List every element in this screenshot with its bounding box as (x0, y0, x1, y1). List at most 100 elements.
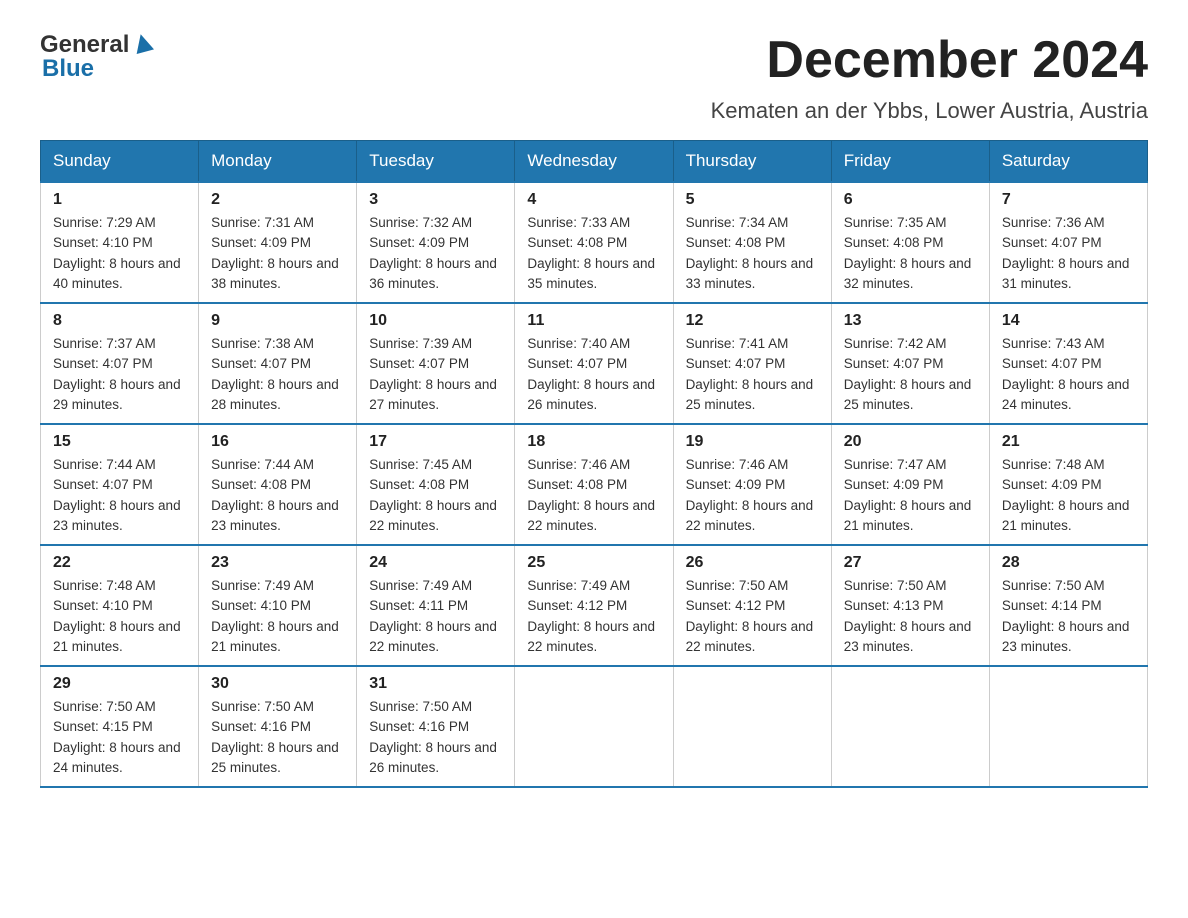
calendar-cell: 20 Sunrise: 7:47 AMSunset: 4:09 PMDaylig… (831, 424, 989, 545)
day-number: 2 (211, 191, 344, 209)
calendar-cell: 13 Sunrise: 7:42 AMSunset: 4:07 PMDaylig… (831, 303, 989, 424)
calendar-cell (673, 666, 831, 787)
day-number: 21 (1002, 433, 1135, 451)
day-number: 10 (369, 312, 502, 330)
calendar-cell: 7 Sunrise: 7:36 AMSunset: 4:07 PMDayligh… (989, 182, 1147, 303)
day-info: Sunrise: 7:50 AMSunset: 4:12 PMDaylight:… (686, 578, 814, 654)
logo-blue-text: Blue (42, 55, 94, 83)
day-info: Sunrise: 7:43 AMSunset: 4:07 PMDaylight:… (1002, 336, 1130, 412)
day-number: 3 (369, 191, 502, 209)
day-number: 26 (686, 554, 819, 572)
calendar-cell: 18 Sunrise: 7:46 AMSunset: 4:08 PMDaylig… (515, 424, 673, 545)
day-info: Sunrise: 7:50 AMSunset: 4:16 PMDaylight:… (369, 699, 497, 775)
day-number: 4 (527, 191, 660, 209)
day-info: Sunrise: 7:31 AMSunset: 4:09 PMDaylight:… (211, 215, 339, 291)
calendar-cell: 25 Sunrise: 7:49 AMSunset: 4:12 PMDaylig… (515, 545, 673, 666)
day-info: Sunrise: 7:38 AMSunset: 4:07 PMDaylight:… (211, 336, 339, 412)
day-number: 30 (211, 675, 344, 693)
weekday-header-tuesday: Tuesday (357, 141, 515, 183)
day-number: 17 (369, 433, 502, 451)
day-info: Sunrise: 7:50 AMSunset: 4:15 PMDaylight:… (53, 699, 181, 775)
day-number: 15 (53, 433, 186, 451)
day-info: Sunrise: 7:44 AMSunset: 4:08 PMDaylight:… (211, 457, 339, 533)
day-number: 6 (844, 191, 977, 209)
calendar-cell (989, 666, 1147, 787)
calendar-cell: 6 Sunrise: 7:35 AMSunset: 4:08 PMDayligh… (831, 182, 989, 303)
weekday-header-wednesday: Wednesday (515, 141, 673, 183)
day-info: Sunrise: 7:40 AMSunset: 4:07 PMDaylight:… (527, 336, 655, 412)
logo: General Blue (40, 30, 154, 83)
calendar-cell: 5 Sunrise: 7:34 AMSunset: 4:08 PMDayligh… (673, 182, 831, 303)
day-info: Sunrise: 7:46 AMSunset: 4:08 PMDaylight:… (527, 457, 655, 533)
day-number: 23 (211, 554, 344, 572)
calendar-cell: 10 Sunrise: 7:39 AMSunset: 4:07 PMDaylig… (357, 303, 515, 424)
day-number: 12 (686, 312, 819, 330)
logo-triangle-icon (132, 32, 154, 59)
calendar-cell: 4 Sunrise: 7:33 AMSunset: 4:08 PMDayligh… (515, 182, 673, 303)
calendar-cell: 19 Sunrise: 7:46 AMSunset: 4:09 PMDaylig… (673, 424, 831, 545)
calendar-cell: 29 Sunrise: 7:50 AMSunset: 4:15 PMDaylig… (41, 666, 199, 787)
calendar-table: SundayMondayTuesdayWednesdayThursdayFrid… (40, 140, 1148, 788)
day-info: Sunrise: 7:48 AMSunset: 4:10 PMDaylight:… (53, 578, 181, 654)
calendar-cell (515, 666, 673, 787)
day-info: Sunrise: 7:50 AMSunset: 4:14 PMDaylight:… (1002, 578, 1130, 654)
day-info: Sunrise: 7:34 AMSunset: 4:08 PMDaylight:… (686, 215, 814, 291)
week-row-4: 22 Sunrise: 7:48 AMSunset: 4:10 PMDaylig… (41, 545, 1148, 666)
day-info: Sunrise: 7:47 AMSunset: 4:09 PMDaylight:… (844, 457, 972, 533)
day-info: Sunrise: 7:49 AMSunset: 4:11 PMDaylight:… (369, 578, 497, 654)
day-number: 5 (686, 191, 819, 209)
day-number: 14 (1002, 312, 1135, 330)
day-number: 18 (527, 433, 660, 451)
day-number: 27 (844, 554, 977, 572)
week-row-5: 29 Sunrise: 7:50 AMSunset: 4:15 PMDaylig… (41, 666, 1148, 787)
header: General Blue December 2024 (40, 30, 1148, 90)
weekday-header-thursday: Thursday (673, 141, 831, 183)
day-info: Sunrise: 7:35 AMSunset: 4:08 PMDaylight:… (844, 215, 972, 291)
day-info: Sunrise: 7:32 AMSunset: 4:09 PMDaylight:… (369, 215, 497, 291)
calendar-cell: 23 Sunrise: 7:49 AMSunset: 4:10 PMDaylig… (199, 545, 357, 666)
weekday-header-sunday: Sunday (41, 141, 199, 183)
weekday-header-row: SundayMondayTuesdayWednesdayThursdayFrid… (41, 141, 1148, 183)
week-row-3: 15 Sunrise: 7:44 AMSunset: 4:07 PMDaylig… (41, 424, 1148, 545)
day-number: 24 (369, 554, 502, 572)
title-block: December 2024 (766, 30, 1148, 90)
day-info: Sunrise: 7:49 AMSunset: 4:12 PMDaylight:… (527, 578, 655, 654)
day-info: Sunrise: 7:41 AMSunset: 4:07 PMDaylight:… (686, 336, 814, 412)
day-info: Sunrise: 7:49 AMSunset: 4:10 PMDaylight:… (211, 578, 339, 654)
day-number: 19 (686, 433, 819, 451)
day-number: 8 (53, 312, 186, 330)
day-number: 1 (53, 191, 186, 209)
calendar-cell: 28 Sunrise: 7:50 AMSunset: 4:14 PMDaylig… (989, 545, 1147, 666)
calendar-cell: 27 Sunrise: 7:50 AMSunset: 4:13 PMDaylig… (831, 545, 989, 666)
day-info: Sunrise: 7:42 AMSunset: 4:07 PMDaylight:… (844, 336, 972, 412)
calendar-cell: 15 Sunrise: 7:44 AMSunset: 4:07 PMDaylig… (41, 424, 199, 545)
day-number: 29 (53, 675, 186, 693)
day-info: Sunrise: 7:50 AMSunset: 4:16 PMDaylight:… (211, 699, 339, 775)
calendar-cell: 31 Sunrise: 7:50 AMSunset: 4:16 PMDaylig… (357, 666, 515, 787)
day-number: 11 (527, 312, 660, 330)
month-title: December 2024 (766, 30, 1148, 90)
day-info: Sunrise: 7:50 AMSunset: 4:13 PMDaylight:… (844, 578, 972, 654)
day-info: Sunrise: 7:36 AMSunset: 4:07 PMDaylight:… (1002, 215, 1130, 291)
day-number: 16 (211, 433, 344, 451)
calendar-cell: 24 Sunrise: 7:49 AMSunset: 4:11 PMDaylig… (357, 545, 515, 666)
calendar-cell: 3 Sunrise: 7:32 AMSunset: 4:09 PMDayligh… (357, 182, 515, 303)
day-number: 13 (844, 312, 977, 330)
calendar-cell: 30 Sunrise: 7:50 AMSunset: 4:16 PMDaylig… (199, 666, 357, 787)
calendar-cell: 26 Sunrise: 7:50 AMSunset: 4:12 PMDaylig… (673, 545, 831, 666)
weekday-header-monday: Monday (199, 141, 357, 183)
calendar-cell: 9 Sunrise: 7:38 AMSunset: 4:07 PMDayligh… (199, 303, 357, 424)
calendar-cell: 14 Sunrise: 7:43 AMSunset: 4:07 PMDaylig… (989, 303, 1147, 424)
weekday-header-friday: Friday (831, 141, 989, 183)
day-number: 9 (211, 312, 344, 330)
day-number: 25 (527, 554, 660, 572)
day-number: 31 (369, 675, 502, 693)
day-info: Sunrise: 7:44 AMSunset: 4:07 PMDaylight:… (53, 457, 181, 533)
week-row-2: 8 Sunrise: 7:37 AMSunset: 4:07 PMDayligh… (41, 303, 1148, 424)
calendar-cell: 17 Sunrise: 7:45 AMSunset: 4:08 PMDaylig… (357, 424, 515, 545)
calendar-cell: 12 Sunrise: 7:41 AMSunset: 4:07 PMDaylig… (673, 303, 831, 424)
day-info: Sunrise: 7:37 AMSunset: 4:07 PMDaylight:… (53, 336, 181, 412)
day-info: Sunrise: 7:46 AMSunset: 4:09 PMDaylight:… (686, 457, 814, 533)
calendar-cell: 1 Sunrise: 7:29 AMSunset: 4:10 PMDayligh… (41, 182, 199, 303)
day-info: Sunrise: 7:29 AMSunset: 4:10 PMDaylight:… (53, 215, 181, 291)
